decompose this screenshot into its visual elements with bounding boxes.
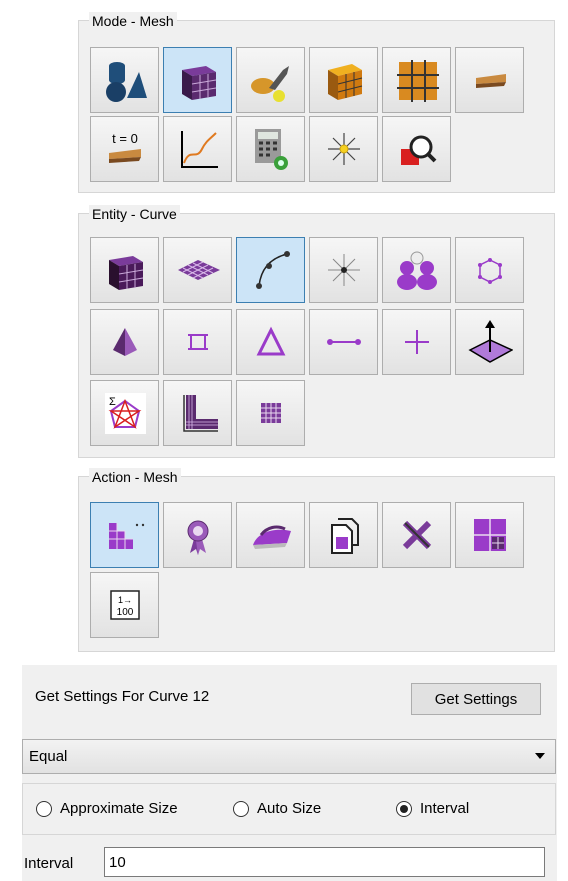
tri-icon	[256, 326, 286, 356]
node-set-icon	[478, 258, 502, 284]
mesh-grid-icon	[261, 403, 281, 423]
renumber-icon: 1→ 100	[110, 590, 140, 620]
sparkle-icon	[328, 133, 360, 165]
refine-icon	[474, 519, 506, 551]
sparkle-button[interactable]	[309, 116, 378, 182]
group-icon	[397, 251, 437, 290]
boundary-conditions-button[interactable]	[236, 47, 305, 113]
scheme-select-value: Equal	[29, 748, 68, 765]
node-set-button[interactable]	[455, 237, 524, 303]
quad-button[interactable]	[163, 309, 232, 375]
delete-button[interactable]	[382, 502, 451, 568]
curve-icon	[256, 251, 290, 289]
volume-button[interactable]	[90, 237, 159, 303]
tri-button[interactable]	[236, 309, 305, 375]
entity-group-title: Entity - Curve	[89, 205, 180, 223]
radio-label: Interval	[420, 800, 470, 817]
get-settings-label: Get Settings For Curve 12	[35, 688, 210, 705]
volume-icon	[109, 256, 144, 290]
graph-icon	[181, 131, 218, 168]
action-group: Action - Mesh 1→ 100	[78, 468, 555, 652]
svg-text:100: 100	[117, 607, 134, 618]
action-group-title: Action - Mesh	[89, 468, 181, 486]
boundary-conditions-icon	[251, 66, 289, 102]
initial-condition-icon: t = 0	[109, 131, 141, 163]
vertex-icon	[328, 254, 360, 286]
curve-button[interactable]	[236, 237, 305, 303]
mode-group: Mode - Mesh t = 0	[78, 12, 555, 193]
intervals-button[interactable]	[90, 502, 159, 568]
vertex-button[interactable]	[309, 237, 378, 303]
node-button[interactable]	[382, 309, 451, 375]
sideset-icon	[468, 320, 513, 363]
interval-input[interactable]	[104, 847, 545, 877]
tet-icon	[113, 328, 137, 356]
sum-button[interactable]: Σ	[90, 380, 159, 446]
refine-button[interactable]	[455, 502, 524, 568]
group-button[interactable]	[382, 237, 451, 303]
initial-condition-button[interactable]: t = 0	[90, 116, 159, 182]
boundary-layer-icon	[183, 395, 218, 432]
intervals-icon	[109, 523, 145, 549]
radio-interval[interactable]: Interval	[396, 800, 469, 817]
radio-circle	[396, 800, 412, 817]
material-cube-icon	[328, 64, 363, 100]
radio-circle	[233, 800, 249, 817]
surface-button[interactable]	[163, 237, 232, 303]
smooth-icon	[253, 525, 291, 549]
mesh-mode-button[interactable]	[163, 47, 232, 113]
get-settings-button[interactable]: Get Settings	[411, 683, 541, 715]
mode-group-title: Mode - Mesh	[89, 12, 177, 30]
analysis-button[interactable]	[455, 47, 524, 113]
quality-button[interactable]	[163, 502, 232, 568]
scheme-select[interactable]: Equal	[22, 739, 556, 774]
grid-icon	[397, 60, 439, 102]
graph-button[interactable]	[163, 116, 232, 182]
initial-condition-label: t = 0	[112, 131, 138, 146]
sideset-button[interactable]	[455, 309, 524, 375]
geometry-icon	[106, 62, 147, 102]
radio-label: Auto Size	[257, 800, 322, 817]
edge-button[interactable]	[309, 309, 378, 375]
node-icon	[405, 330, 429, 354]
copy-button[interactable]	[309, 502, 378, 568]
radio-approximate-size[interactable]: Approximate Size	[36, 800, 178, 817]
entity-group: Entity - Curve Σ	[78, 205, 555, 458]
surface-icon	[178, 260, 220, 280]
grid-button[interactable]	[382, 47, 451, 113]
mesh-grid-button[interactable]	[236, 380, 305, 446]
renumber-button[interactable]: 1→ 100	[90, 572, 159, 638]
svg-text:Σ: Σ	[109, 396, 116, 408]
interval-label: Interval	[24, 855, 74, 872]
analysis-icon	[476, 74, 506, 88]
radio-label: Approximate Size	[60, 800, 178, 817]
material-button[interactable]	[309, 47, 378, 113]
geometry-button[interactable]	[90, 47, 159, 113]
magnify-icon	[401, 135, 437, 165]
smooth-button[interactable]	[236, 502, 305, 568]
sum-icon: Σ	[105, 393, 146, 434]
calculator-icon	[255, 129, 288, 170]
radio-circle	[36, 800, 52, 817]
tet-button[interactable]	[90, 309, 159, 375]
delete-icon	[402, 520, 432, 550]
quality-icon	[187, 520, 209, 555]
radio-auto-size[interactable]: Auto Size	[233, 800, 321, 817]
boundary-layer-button[interactable]	[163, 380, 232, 446]
magnify-button[interactable]	[382, 116, 451, 182]
mesh-cube-icon	[182, 66, 217, 100]
calculator-button[interactable]	[236, 116, 305, 182]
quad-icon	[188, 334, 208, 350]
size-mode-radio-group: Approximate Size Auto Size Interval	[22, 783, 556, 835]
svg-text:1→: 1→	[118, 595, 132, 605]
copy-icon	[331, 518, 359, 554]
edge-icon	[327, 339, 361, 345]
chevron-down-icon	[535, 753, 545, 759]
